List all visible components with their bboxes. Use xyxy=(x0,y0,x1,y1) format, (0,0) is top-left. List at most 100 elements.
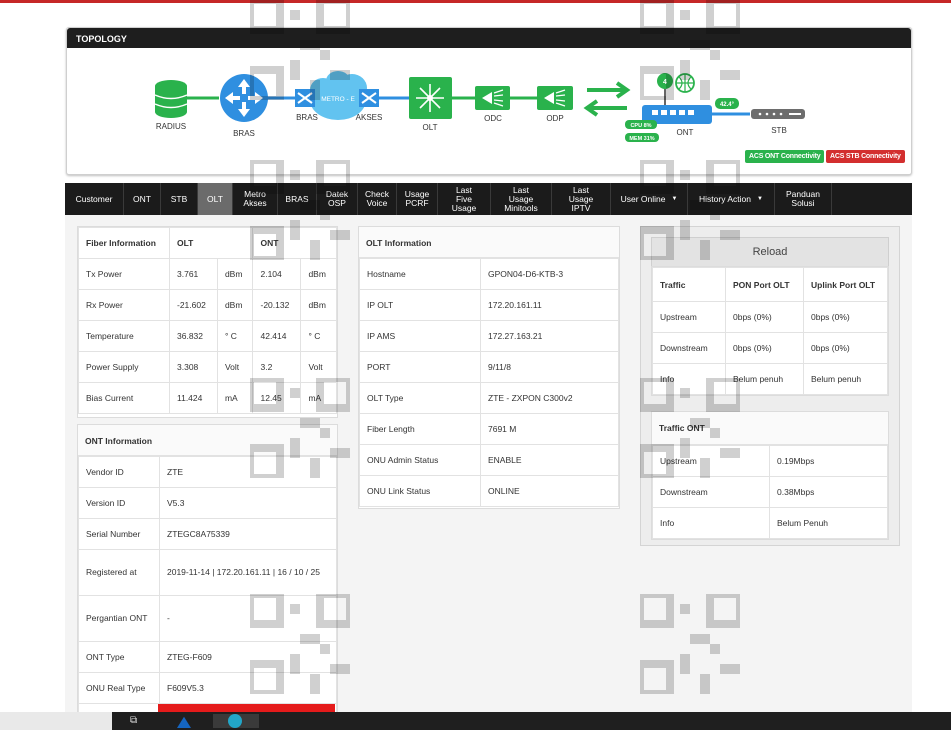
browser-icon[interactable] xyxy=(228,714,242,728)
acs-ont-connectivity-badge[interactable]: ACS ONT Connectivity xyxy=(745,150,825,163)
nav-tab-0[interactable]: Customer xyxy=(65,183,124,215)
fiber-cell-olt: 11.424 xyxy=(169,382,218,414)
fiber-cell-ont-unit: dBm xyxy=(300,258,337,290)
nav-tab-6[interactable]: Datek OSP xyxy=(317,183,358,215)
olt-info-row: Fiber Length 7691 M xyxy=(359,413,619,445)
nav-tab-4[interactable]: Metro Akses xyxy=(233,183,278,215)
olt-info-row: Hostname GPON04-D6-KTB-3 xyxy=(359,258,619,290)
traffic-ont-panel: Traffic ONT Upstream 0.19Mbps Downstream 0.… xyxy=(651,411,889,540)
fiber-cell-label: Temperature xyxy=(78,320,170,352)
fiber-cell-ont-unit: Volt xyxy=(300,351,337,383)
olt-info-value: 172.27.163.21 xyxy=(480,320,619,352)
ont-info-row: ONT Type ZTEG-F609 xyxy=(78,641,337,673)
traffic-cell-label: Downstream xyxy=(652,332,726,364)
nav-tab-11[interactable]: Last Usage IPTV xyxy=(552,183,611,215)
ont-temp-badge: 42.4° xyxy=(720,102,735,108)
node-label-metro: METRO - E xyxy=(321,96,355,103)
node-label-odc: ODC xyxy=(484,114,502,123)
nav-tab-14[interactable]: Panduan Solusi xyxy=(775,183,832,215)
nav-tab-5[interactable]: BRAS xyxy=(278,183,317,215)
fiber-information-table: Fiber Information OLT ONT Tx Power 3.761 dBm 2… xyxy=(78,227,337,414)
traffic-ont-row: Info Belum Penuh xyxy=(652,507,888,539)
fiber-cell-olt: 36.832 xyxy=(169,320,218,352)
traffic-cell-label: Info xyxy=(652,363,726,395)
fiber-header-olt: OLT xyxy=(168,227,254,259)
fiber-cell-ont-unit: ° C xyxy=(300,320,337,352)
top-accent-line xyxy=(0,0,951,3)
fiber-cell-olt-unit: mA xyxy=(216,382,254,414)
node-label-odp: ODP xyxy=(546,114,563,123)
traffic-header-cell: PON Port OLT xyxy=(725,267,804,302)
fiber-row: Rx Power -21.602 dBm -20.132 dBm xyxy=(78,289,337,321)
ont-info-value: F609V5.3 xyxy=(159,672,337,704)
nav-tab-label: Datek OSP xyxy=(325,189,349,208)
ont-cpu-badge: CPU 8% xyxy=(630,123,651,129)
ont-information-panel: ONT Information Vendor ID ZTE Version ID V5… xyxy=(77,424,338,716)
status-red-bar xyxy=(158,704,335,712)
fiber-cell-label: Bias Current xyxy=(78,382,170,414)
nav-tab-label: Last Usage Minitools xyxy=(504,184,538,213)
traffic-table: Traffic PON Port OLT Uplink Port OLT Upstre… xyxy=(652,267,888,395)
ont-info-row: ONU Real Type F609V5.3 xyxy=(78,672,337,704)
nav-tab-label: Panduan Solusi xyxy=(785,189,821,208)
fiber-cell-ont: 2.104 xyxy=(252,258,302,290)
fiber-cell-ont: -20.132 xyxy=(252,289,302,321)
ont-info-label: ONT Type xyxy=(78,641,160,673)
olt-info-value: 7691 M xyxy=(480,413,619,445)
nav-tab-label: Metro Akses xyxy=(243,189,267,208)
nav-tab-label: ONT xyxy=(133,193,151,204)
traffic-ont-value: 0.19Mbps xyxy=(769,445,888,477)
radius-icon xyxy=(154,80,188,118)
nav-tab-8[interactable]: Usage PCRF xyxy=(397,183,438,215)
nav-tab-label: Check Voice xyxy=(364,189,390,208)
nav-tab-12[interactable]: User Online ▼ xyxy=(611,183,688,215)
traffic-ont-label: Upstream xyxy=(652,445,770,477)
task-view-icon[interactable]: ⧉ xyxy=(130,714,144,728)
nav-tab-7[interactable]: Check Voice xyxy=(358,183,397,215)
node-label-bras-metro: BRAS xyxy=(296,113,318,122)
nav-tab-10[interactable]: Last Usage Minitools xyxy=(491,183,552,215)
ont-mem-badge: MEM 31% xyxy=(629,136,654,142)
fiber-cell-olt: 3.761 xyxy=(169,258,218,290)
node-label-bras: BRAS xyxy=(233,129,255,138)
ont-info-row: Registered at 2019-11-14 | 172.20.161.11 … xyxy=(78,549,337,596)
node-label-olt: OLT xyxy=(423,123,438,132)
ont-info-label: Serial Number xyxy=(78,518,160,550)
fiber-cell-ont-unit: mA xyxy=(300,382,337,414)
ont-information-table: Vendor ID ZTE Version ID V5.3 Serial Number Z… xyxy=(78,456,337,715)
traffic-row: Info Belum penuh Belum penuh xyxy=(652,363,888,395)
traffic-cell-pon: Belum penuh xyxy=(725,363,804,395)
olt-info-value: 172.20.161.11 xyxy=(480,289,619,321)
nav-tab-3[interactable]: OLT xyxy=(198,183,233,215)
nav-tab-1[interactable]: ONT xyxy=(124,183,161,215)
reload-button[interactable]: Reload xyxy=(651,237,889,266)
main-tab-bar: Customer ONT STB OLT Metro Akses BRAS Datek OS… xyxy=(65,183,912,215)
traffic-cell-pon: 0bps (0%) xyxy=(725,301,804,333)
nav-tab-2[interactable]: STB xyxy=(161,183,198,215)
traffic-header-cell: Uplink Port OLT xyxy=(803,267,888,302)
ont-info-row: Vendor ID ZTE xyxy=(78,456,337,488)
fiber-cell-olt-unit: ° C xyxy=(216,320,254,352)
fiber-cell-label: Power Supply xyxy=(78,351,170,383)
taskbar-search-area[interactable] xyxy=(0,712,112,730)
nav-tab-label: BRAS xyxy=(285,193,309,204)
fiber-cell-ont: 12.45 xyxy=(252,382,302,414)
acs-stb-connectivity-badge[interactable]: ACS STB Connectivity xyxy=(826,150,905,163)
fiber-row: Bias Current 11.424 mA 12.45 mA xyxy=(78,382,337,414)
olt-info-value: GPON04-D6-KTB-3 xyxy=(480,258,619,290)
traffic-ont-table: Upstream 0.19Mbps Downstream 0.38Mbps Info Be… xyxy=(652,445,888,539)
olt-info-value: ONLINE xyxy=(480,475,619,507)
olt-info-row: ONU Admin Status ENABLE xyxy=(359,444,619,476)
traffic-ont-row: Upstream 0.19Mbps xyxy=(652,445,888,477)
olt-info-label: IP AMS xyxy=(359,320,481,352)
traffic-ont-value: Belum Penuh xyxy=(769,507,888,539)
traffic-ont-title: Traffic ONT xyxy=(652,412,888,445)
fiber-header-ont: ONT xyxy=(252,227,337,259)
fiber-cell-ont: 42.414 xyxy=(252,320,302,352)
olt-info-label: Fiber Length xyxy=(359,413,481,445)
topology-panel: TOPOLOGY RADIUS BRAS METRO - E BRAS AKSE… xyxy=(66,27,912,175)
nav-tab-9[interactable]: Last Five Usage xyxy=(438,183,491,215)
nav-tab-13[interactable]: History Action ▼ xyxy=(688,183,775,215)
traffic-header-cell: Traffic xyxy=(652,267,726,302)
traffic-header-row: Traffic PON Port OLT Uplink Port OLT xyxy=(652,267,888,302)
